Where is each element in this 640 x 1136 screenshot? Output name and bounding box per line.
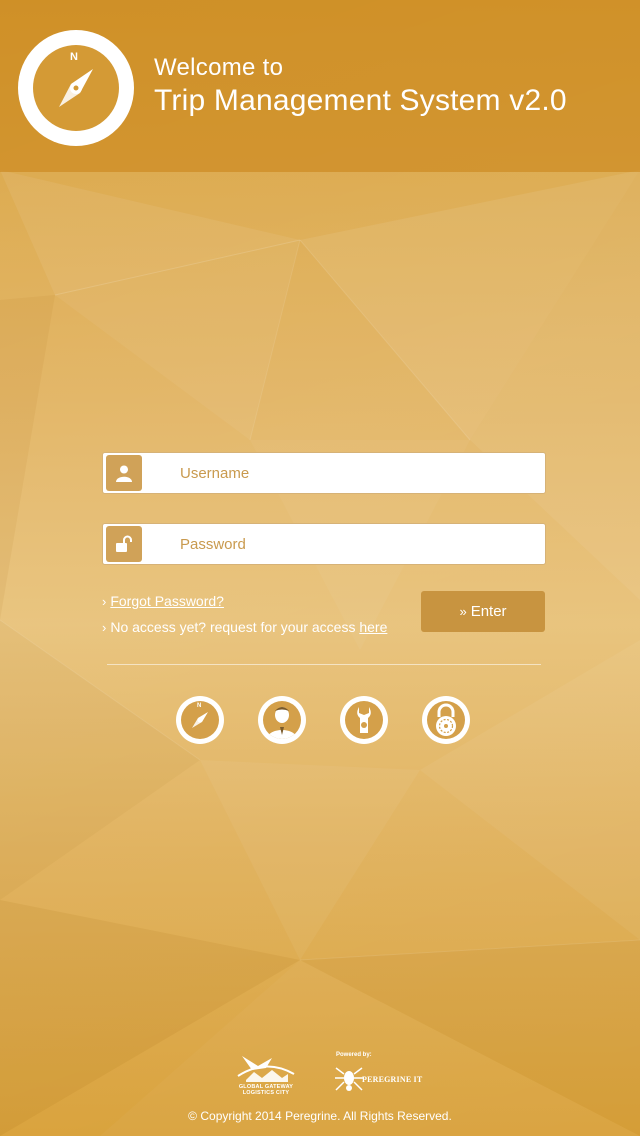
partner-logo-text: GLOBAL GATEWAY LOGISTICS CITY — [238, 1084, 294, 1096]
compass-north-letter: N — [197, 703, 202, 709]
peregrine-logo: PEREGRINE IT — [334, 1064, 434, 1096]
no-access-text: No access yet? request for your access — [110, 619, 356, 635]
password-input[interactable] — [180, 526, 500, 562]
header-banner: N Welcome to Trip Management System v2.0 — [0, 0, 640, 172]
security-quick-button[interactable] — [422, 696, 470, 744]
page-title: Trip Management System v2.0 — [154, 84, 567, 117]
divider — [107, 664, 541, 665]
unlock-icon — [106, 526, 142, 562]
user-icon — [106, 455, 142, 491]
footer-logos: GLOBAL GATEWAY LOGISTICS CITY Powered by… — [232, 1050, 432, 1100]
quick-icons: N — [176, 696, 470, 744]
businessman-icon — [263, 701, 301, 739]
padlock-icon — [427, 701, 465, 739]
enter-button[interactable]: » Enter — [421, 591, 545, 632]
app-logo: N — [18, 30, 134, 146]
compass-north-letter: N — [70, 51, 78, 63]
welcome-text: Welcome to — [154, 54, 284, 81]
compass-icon: N — [181, 701, 219, 739]
username-input[interactable] — [180, 455, 500, 491]
forgot-password-link[interactable]: Forgot Password? — [110, 593, 224, 609]
login-links: › Forgot Password? › No access yet? requ… — [102, 588, 387, 640]
double-chevron-right-icon: » — [459, 604, 467, 619]
compass-quick-button[interactable]: N — [176, 696, 224, 744]
peregrine-logo-text: PEREGRINE IT — [362, 1075, 423, 1084]
password-field[interactable] — [102, 523, 546, 565]
partner-logo: GLOBAL GATEWAY LOGISTICS CITY — [232, 1050, 300, 1098]
tools-quick-button[interactable] — [340, 696, 388, 744]
username-field[interactable] — [102, 452, 546, 494]
copyright-text: © Copyright 2014 Peregrine. All Rights R… — [188, 1109, 452, 1123]
wrench-icon — [345, 701, 383, 739]
powered-by-label: Powered by: — [336, 1052, 372, 1058]
profile-quick-button[interactable] — [258, 696, 306, 744]
chevron-right-icon: › — [102, 593, 107, 609]
chevron-right-icon: › — [102, 619, 107, 635]
enter-button-label: Enter — [470, 603, 507, 620]
request-access-link[interactable]: here — [359, 619, 387, 635]
compass-icon: N — [33, 45, 119, 131]
